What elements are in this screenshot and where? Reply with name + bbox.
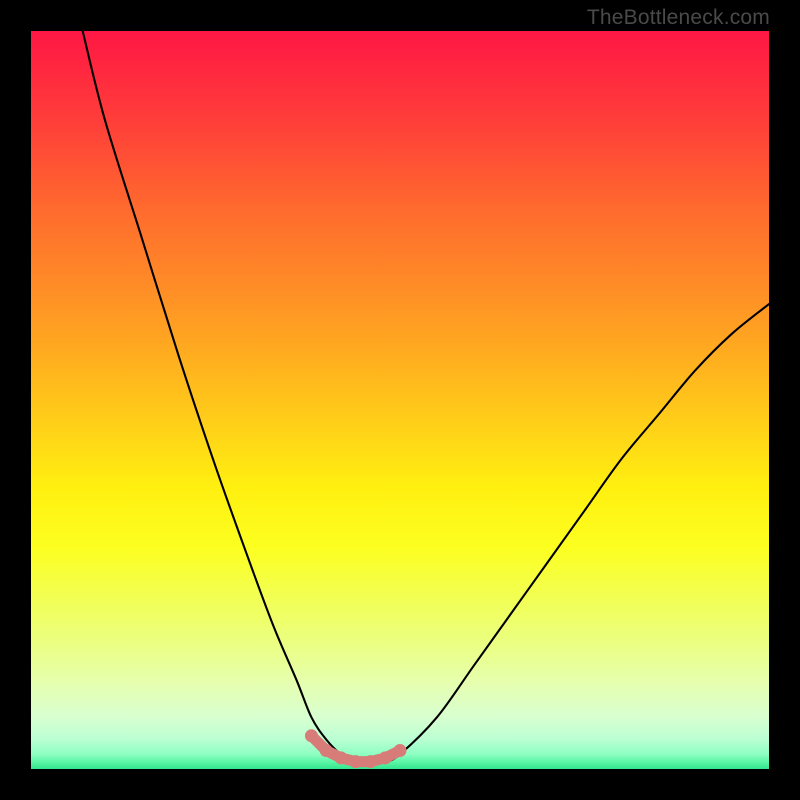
gradient-plot-area xyxy=(31,31,769,769)
watermark-text: TheBottleneck.com xyxy=(587,6,770,30)
outer-frame: TheBottleneck.com xyxy=(0,0,800,800)
